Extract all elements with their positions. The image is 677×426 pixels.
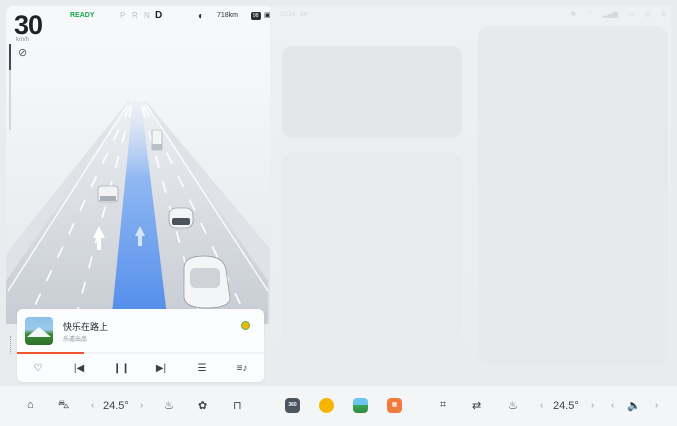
left-temp-up-icon[interactable]: › (140, 400, 143, 411)
speed-unit: km/h (16, 37, 30, 43)
fan-icon[interactable]: ✿ (198, 399, 207, 412)
volume-down-icon[interactable]: ‹ (611, 400, 614, 411)
bluetooth-icon: ✱ (570, 11, 577, 18)
card-drag-handle[interactable] (10, 336, 13, 354)
seat-heat-right-icon[interactable]: ♨ (508, 399, 518, 412)
signal-icon: ▂▄▆ (602, 11, 618, 18)
wifi-icon: ◠ (586, 11, 593, 18)
settings-icon[interactable]: ⚙ (661, 10, 667, 18)
song-title: 快乐在路上 (63, 322, 109, 332)
blurred-map-area (478, 26, 668, 366)
driver-profile-icon[interactable]: ◐ (198, 11, 204, 22)
lock-icon[interactable]: ⊓ (233, 399, 242, 412)
power-bar (9, 44, 11, 70)
gear-p: P (120, 11, 126, 20)
pause-icon[interactable]: ❙❙ (113, 363, 130, 374)
blurred-info-area (282, 152, 462, 372)
song-artist: 乐遁出品 (63, 337, 88, 343)
camera-icon[interactable]: ▣ (264, 11, 271, 19)
bottom-dock: ⌂ ⛍ ‹ 24.5° › ♨ ✿ ⊓ 360 ▦ ⌗ ⇄ ♨ ‹ 24.5° … (0, 386, 677, 426)
right-temperature[interactable]: 24.5° (553, 400, 579, 412)
blurred-navigation-card (282, 46, 462, 138)
playlist-icon[interactable]: ☰ (195, 363, 209, 374)
progress-fill (17, 352, 84, 354)
music-card[interactable]: 快乐在路上 乐遁出品 ♡ |◀ ❙❙ ▶| ☰ ≡♪ (17, 309, 264, 382)
range-value: 718km (217, 12, 239, 19)
right-temp-down-icon[interactable]: ‹ (540, 400, 543, 411)
app-360-camera[interactable]: 360 (285, 398, 300, 413)
power-bar-track (9, 70, 11, 130)
lyrics-icon[interactable]: ≡♪ (235, 363, 249, 374)
card-icon: ▭ (627, 11, 635, 18)
home-icon[interactable]: ⌂ (27, 399, 34, 411)
ready-indicator: READY (70, 12, 95, 19)
status-icons: ✱ ◠ ▂▄▆ ▭ ◎ ⚙ (570, 10, 667, 18)
air-circulation-icon[interactable]: ⇄ (472, 399, 481, 412)
left-temperature[interactable]: 24.5° (103, 400, 129, 412)
seat-heat-icon[interactable]: ♨ (164, 399, 174, 412)
vehicle-van-left (97, 185, 119, 203)
music-app-icon[interactable] (241, 321, 250, 330)
app-grid-icon[interactable]: ▦ (387, 398, 402, 413)
gear-d: D (155, 10, 163, 21)
vehicle-near-right (183, 255, 231, 309)
next-icon[interactable]: ▶| (154, 363, 168, 374)
car-icon[interactable]: ⛍ (58, 399, 69, 413)
blurred-map-panel (270, 6, 671, 386)
clock: 10:24 (280, 12, 296, 18)
account-icon[interactable]: ◎ (645, 10, 651, 18)
favorite-icon[interactable]: ♡ (31, 363, 45, 374)
rear-defrost-icon[interactable]: ⌗ (440, 399, 446, 412)
gear-n: N (144, 11, 150, 20)
outside-temperature: 24° (300, 12, 310, 18)
eco-leaf-icon: ⊘ (18, 47, 28, 59)
app-gallery-icon[interactable] (353, 398, 368, 413)
car-screen: 30 km/h ⊘ READY P R N D ◐ 718km 98 ▣ 10:… (0, 0, 677, 426)
left-temp-down-icon[interactable]: ‹ (91, 400, 94, 411)
gear-r: R (132, 11, 138, 20)
driving-visualization (6, 6, 270, 324)
album-art[interactable] (25, 317, 53, 345)
right-temp-up-icon[interactable]: › (591, 400, 594, 411)
app-music-icon[interactable] (319, 398, 334, 413)
volume-icon[interactable]: 🔈 (627, 399, 641, 412)
vehicle-sedan-right (168, 207, 194, 229)
volume-up-icon[interactable]: › (655, 400, 658, 411)
previous-icon[interactable]: |◀ (72, 363, 86, 374)
battery-badge: 98 (251, 12, 261, 20)
